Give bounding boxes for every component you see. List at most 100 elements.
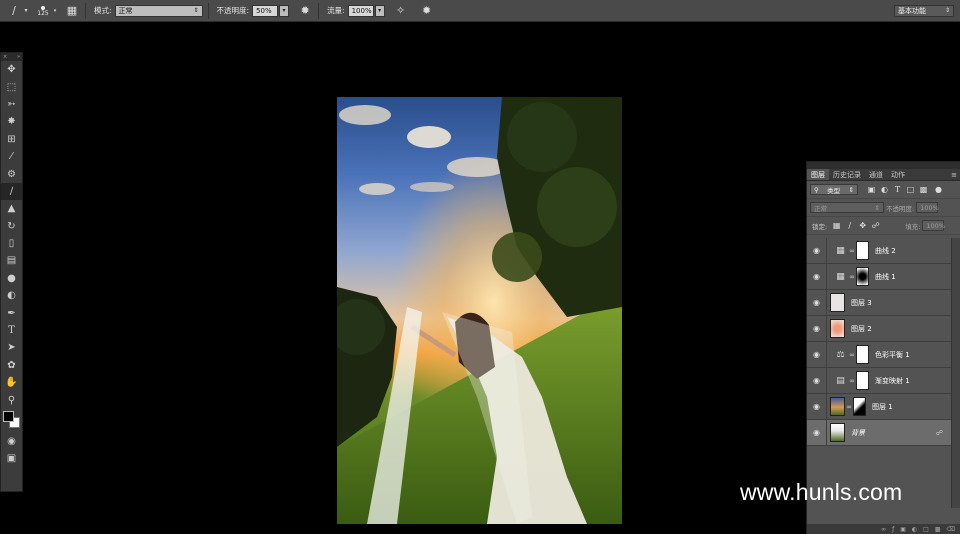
brush-panel-toggle-icon[interactable]: ▦	[64, 3, 80, 19]
filter-shape-icon[interactable]: □	[905, 184, 916, 195]
flow-input[interactable]: 100%	[347, 4, 374, 17]
screen-mode-icon[interactable]: ▣	[1, 450, 22, 467]
visibility-eye-icon[interactable]: ◉	[807, 315, 827, 342]
chain-link-icon[interactable]: ∞	[848, 377, 856, 385]
pressure-size-icon[interactable]: ✹	[419, 3, 435, 19]
blur-tool-icon[interactable]: ●	[1, 270, 22, 287]
new-group-icon[interactable]: □	[923, 526, 929, 533]
layer-mask-thumbnail[interactable]	[856, 371, 869, 390]
layers-scrollbar[interactable]	[951, 238, 960, 508]
history-brush-tool-icon[interactable]: ↻	[1, 218, 22, 235]
filter-pixel-icon[interactable]: ▣	[866, 184, 877, 195]
lasso-tool-icon[interactable]: ➳	[1, 96, 22, 113]
fx-icon[interactable]: ƒ	[892, 526, 894, 533]
panel-menu-icon[interactable]: ≡	[948, 169, 960, 180]
eyedropper-tool-icon[interactable]: ⁄	[1, 148, 22, 165]
visibility-eye-icon[interactable]: ◉	[807, 341, 827, 368]
filter-type-icon[interactable]: T	[892, 184, 903, 195]
visibility-eye-icon[interactable]: ◉	[807, 367, 827, 394]
layer-row[interactable]: ◉ 图层 2	[807, 315, 951, 342]
dodge-tool-icon[interactable]: ◐	[1, 287, 22, 304]
type-tool-icon[interactable]: T	[1, 322, 22, 339]
marquee-tool-icon[interactable]: ⬚	[1, 78, 22, 95]
visibility-eye-icon[interactable]: ◉	[807, 263, 827, 290]
filter-kind-dropdown[interactable]: ⚲ 类型 ⇕	[810, 184, 858, 195]
lock-icon[interactable]: ☍	[936, 429, 943, 437]
crop-tool-icon[interactable]: ⊞	[1, 131, 22, 148]
tab-channels[interactable]: 通道	[865, 169, 887, 180]
tab-layers[interactable]: 图层	[807, 169, 829, 180]
lock-transparent-icon[interactable]: ▦	[831, 220, 842, 231]
clone-stamp-tool-icon[interactable]: ▲	[1, 200, 22, 217]
filter-smart-object-icon[interactable]: ▩	[918, 184, 929, 195]
layer-row-selected[interactable]: ◉ 背景 ☍	[807, 419, 951, 446]
tab-actions[interactable]: 动作	[887, 169, 909, 180]
quick-mask-icon[interactable]: ◉	[1, 433, 22, 450]
opacity-input[interactable]: 50%	[252, 4, 279, 17]
filter-adjustment-icon[interactable]: ◐	[879, 184, 890, 195]
pressure-opacity-icon[interactable]: ✹	[297, 3, 313, 19]
airbrush-icon[interactable]: ✧	[393, 3, 409, 19]
pen-tool-icon[interactable]: ✒	[1, 304, 22, 321]
zoom-tool-icon[interactable]: ⚲	[1, 391, 22, 408]
updown-arrow-icon: ⇕	[848, 185, 854, 194]
path-selection-tool-icon[interactable]: ➤	[1, 339, 22, 356]
brush-tool-icon[interactable]: ∕	[6, 3, 22, 19]
shape-tool-icon[interactable]: ✿	[1, 357, 22, 374]
visibility-eye-icon[interactable]: ◉	[807, 289, 827, 316]
layer-mask-thumbnail[interactable]	[856, 267, 869, 286]
layer-row[interactable]: ◉ ∞ 图层 1	[807, 393, 951, 420]
link-layers-icon[interactable]: ∞	[881, 526, 886, 533]
visibility-eye-icon[interactable]: ◉	[807, 237, 827, 264]
layer-row[interactable]: ◉ ⚖ ∞ 色彩平衡 1	[807, 341, 951, 368]
visibility-eye-icon[interactable]: ◉	[807, 419, 827, 446]
chain-link-icon[interactable]: ∞	[848, 351, 856, 359]
chevron-down-icon[interactable]: ▾	[52, 3, 58, 19]
toolbox-header[interactable]: ×»	[1, 53, 22, 61]
document-canvas[interactable]	[337, 97, 622, 524]
new-adjustment-icon[interactable]: ◐	[912, 526, 917, 533]
opacity-slider-button[interactable]: ▾	[279, 4, 290, 17]
tab-history[interactable]: 历史记录	[829, 169, 865, 180]
visibility-eye-icon[interactable]: ◉	[807, 393, 827, 420]
trash-icon[interactable]: ⌫	[947, 526, 955, 533]
magic-wand-tool-icon[interactable]: ✸	[1, 113, 22, 130]
foreground-color-chip[interactable]	[3, 410, 14, 422]
hand-tool-icon[interactable]: ✋	[1, 374, 22, 391]
color-chips[interactable]	[1, 409, 22, 433]
brush-preset-picker[interactable]: 125	[34, 4, 52, 18]
fill-input[interactable]: 100%	[922, 220, 945, 231]
add-mask-icon[interactable]: ▣	[900, 526, 906, 533]
flow-slider-button[interactable]: ▾	[374, 4, 385, 17]
move-tool-icon[interactable]: ✥	[1, 61, 22, 78]
mode-dropdown[interactable]: 正常 ⇕	[114, 4, 203, 17]
new-layer-icon[interactable]: ▩	[935, 526, 941, 533]
gradient-tool-icon[interactable]: ▤	[1, 252, 22, 269]
blend-mode-dropdown[interactable]: 正常 ⇕	[810, 202, 884, 213]
chain-link-icon[interactable]: ∞	[848, 247, 856, 255]
eraser-tool-icon[interactable]: ▯	[1, 235, 22, 252]
layer-row[interactable]: ◉ ▦ ∞ 曲线 2	[807, 237, 951, 264]
layer-thumbnail[interactable]	[830, 293, 845, 312]
layer-row[interactable]: ◉ ▦ ∞ 曲线 1	[807, 263, 951, 290]
chain-link-icon[interactable]: ∞	[845, 403, 853, 411]
lock-image-icon[interactable]: ∕	[844, 220, 855, 231]
layer-mask-thumbnail[interactable]	[856, 345, 869, 364]
healing-brush-tool-icon[interactable]: ⚙	[1, 165, 22, 182]
layer-thumbnail[interactable]	[830, 319, 845, 338]
workspace-dropdown[interactable]: 基本功能 ⇕	[894, 4, 954, 17]
layer-mask-thumbnail[interactable]	[856, 241, 869, 260]
brush-tool-icon[interactable]: ∕	[1, 182, 22, 201]
chain-link-icon[interactable]: ∞	[848, 273, 856, 281]
layer-thumbnail[interactable]	[830, 423, 845, 442]
layer-row[interactable]: ◉ ▤ ∞ 渐变映射 1	[807, 367, 951, 394]
lock-position-icon[interactable]: ✥	[857, 220, 868, 231]
filter-toggle-icon[interactable]: ●	[933, 184, 944, 195]
chevron-down-icon[interactable]: ▾	[22, 3, 30, 19]
layer-mask-thumbnail[interactable]	[853, 397, 866, 416]
layer-row[interactable]: ◉ 图层 3	[807, 289, 951, 316]
layer-opacity-input[interactable]: 100%	[916, 202, 939, 213]
layer-thumbnail[interactable]	[830, 397, 845, 416]
panel-header[interactable]	[807, 162, 960, 169]
lock-all-icon[interactable]: ☍	[870, 220, 881, 231]
